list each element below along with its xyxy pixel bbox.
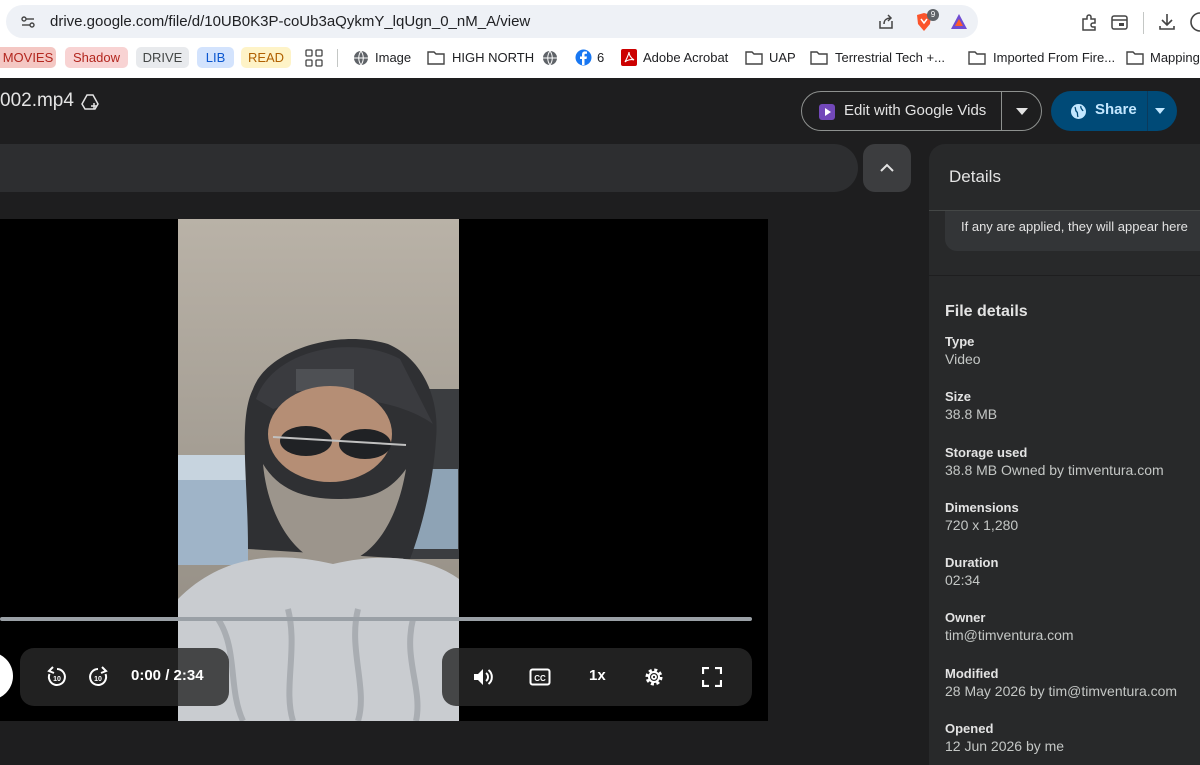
folder-icon	[745, 51, 763, 65]
file-details-heading: File details	[945, 303, 1028, 320]
add-shortcut-to-drive-icon[interactable]	[80, 92, 100, 112]
folder-icon	[810, 51, 828, 65]
size-value: 38.8 MB	[945, 406, 998, 422]
owner-label: Owner	[945, 610, 986, 625]
brave-rewards-icon[interactable]	[950, 13, 968, 30]
modified-label: Modified	[945, 666, 999, 681]
adobe-acrobat-icon	[621, 49, 637, 66]
bookmark-mapping[interactable]: Mapping	[1150, 47, 1200, 69]
browser-toolbar: drive.google.com/file/d/10UB0K3P-coUb3aQ…	[0, 0, 1200, 78]
edit-button-divider	[1001, 92, 1002, 130]
modified-value: 28 May 2026 by tim@timventura.com	[945, 683, 1178, 699]
bookmark-adobe-acrobat[interactable]: Adobe Acrobat	[643, 47, 728, 69]
share-button-divider	[1147, 91, 1148, 131]
volume-icon[interactable]	[472, 667, 494, 687]
section-divider	[929, 275, 1200, 276]
share-page-icon[interactable]	[877, 13, 895, 31]
share-button[interactable]: Share	[1051, 91, 1177, 131]
closed-captions-icon[interactable]: CC	[529, 668, 551, 686]
settings-gear-icon[interactable]	[643, 666, 665, 688]
google-vids-icon	[819, 104, 835, 120]
labels-note-card: If any are applied, they will appear her…	[945, 211, 1200, 251]
type-label: Type	[945, 334, 975, 349]
edit-with-google-vids-label: Edit with Google Vids	[844, 102, 987, 119]
size-label: Size	[945, 389, 972, 404]
bookmarks-divider	[337, 49, 338, 67]
reading-mode-icon[interactable]	[1110, 13, 1129, 32]
svg-text:10: 10	[94, 676, 102, 683]
brave-badge: 9	[927, 9, 939, 21]
rewind-10-icon[interactable]: 10	[46, 666, 68, 688]
dropdown-arrow-icon[interactable]	[1016, 108, 1028, 115]
url-text[interactable]: drive.google.com/file/d/10UB0K3P-coUb3aQ…	[50, 13, 530, 30]
duration-label: Duration	[945, 555, 999, 570]
dimensions-label: Dimensions	[945, 500, 1019, 515]
bookmark-uap[interactable]: UAP	[769, 47, 796, 69]
extensions-icon[interactable]	[1080, 13, 1099, 32]
type-value: Video	[945, 351, 981, 367]
playback-speed-button[interactable]: 1x	[589, 667, 606, 684]
bookmark-terrestrial-tech[interactable]: Terrestrial Tech +...	[835, 47, 945, 69]
file-title: 002.mp4	[0, 90, 74, 111]
edit-with-google-vids-button[interactable]: Edit with Google Vids	[801, 91, 1042, 131]
bookmark-imported[interactable]: Imported From Fire...	[993, 47, 1115, 69]
bookmark-high-north[interactable]: HIGH NORTH	[452, 47, 534, 69]
forward-10-icon[interactable]: 10	[87, 666, 109, 688]
progress-track[interactable]	[0, 617, 752, 621]
storage-used-value: 38.8 MB Owned by timventura.com	[945, 462, 1164, 478]
globe-share-icon	[1071, 104, 1086, 119]
video-player[interactable]	[0, 219, 768, 721]
owner-value: tim@timventura.com	[945, 627, 1074, 643]
bookmark-shadow[interactable]: Shadow	[65, 47, 128, 68]
bookmark-movies[interactable]: MOVIES	[0, 47, 56, 68]
opened-value: 12 Jun 2026 by me	[945, 738, 1065, 754]
player-options-controls: CC 1x	[442, 648, 752, 706]
bookmark-read[interactable]: READ	[241, 47, 291, 68]
playback-controls: 10 10 0:00 / 2:34	[20, 648, 229, 706]
downloads-icon[interactable]	[1157, 12, 1177, 32]
labels-note-text: If any are applied, they will appear her…	[961, 219, 1188, 234]
dimensions-value: 720 x 1,280	[945, 517, 1019, 533]
facebook-icon	[575, 49, 592, 66]
folder-icon	[427, 51, 445, 65]
bookmark-lib[interactable]: LIB	[197, 47, 234, 68]
details-heading: Details	[949, 167, 1001, 186]
storage-used-label: Storage used	[945, 445, 1028, 460]
opened-label: Opened	[945, 721, 994, 736]
site-settings-icon[interactable]	[20, 14, 36, 30]
chevron-up-icon	[880, 163, 894, 172]
share-label: Share	[1095, 101, 1137, 118]
svg-text:10: 10	[53, 676, 61, 683]
time-display: 0:00 / 2:34	[131, 667, 204, 684]
bookmark-image[interactable]: Image	[375, 47, 411, 69]
fullscreen-icon[interactable]	[702, 667, 722, 687]
collapse-toolbar-button[interactable]	[863, 144, 911, 192]
folder-icon	[968, 51, 986, 65]
user-profile-icon[interactable]	[1190, 12, 1200, 32]
globe-icon	[354, 50, 368, 66]
apps-grid-icon[interactable]	[305, 49, 323, 67]
toolbar-divider	[1143, 12, 1144, 34]
share-dropdown-icon[interactable]	[1155, 108, 1165, 114]
address-bar[interactable]: drive.google.com/file/d/10UB0K3P-coUb3aQ…	[6, 5, 978, 38]
video-frame	[178, 219, 459, 721]
folder-icon	[1126, 51, 1144, 65]
bookmark-drive[interactable]: DRIVE	[136, 47, 189, 68]
globe-icon	[543, 50, 557, 66]
duration-value: 02:34	[945, 572, 981, 588]
bookmark-facebook[interactable]: 6	[597, 47, 604, 69]
viewer-search-bar[interactable]	[0, 144, 858, 192]
svg-text:CC: CC	[534, 674, 546, 683]
